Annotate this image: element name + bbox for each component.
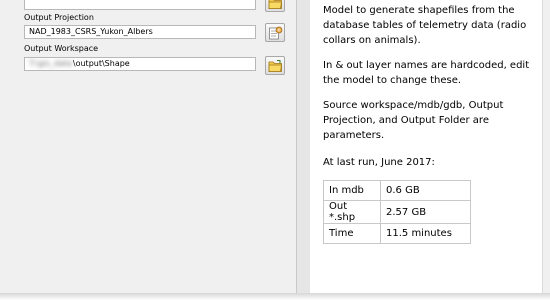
output-workspace-blurred-prefix: T:\gis_data bbox=[29, 59, 72, 68]
stat-value: 2.57 GB bbox=[380, 200, 471, 224]
projection-button[interactable] bbox=[265, 23, 285, 42]
run-stats-table: In mdb 0.6 GB Out *.shp 2.57 GB Time 11.… bbox=[323, 180, 471, 244]
help-paragraph-3: Source workspace/mdb/gdb, Output Project… bbox=[323, 100, 504, 141]
browse-button-top[interactable] bbox=[265, 0, 285, 12]
output-projection-label: Output Projection bbox=[24, 13, 94, 22]
help-paragraph-4: At last run, June 2017: bbox=[323, 157, 435, 168]
stat-label: Time bbox=[323, 223, 381, 244]
output-projection-field[interactable]: NAD_1983_CSRS_Yukon_Albers bbox=[24, 25, 256, 39]
stat-label: Out *.shp bbox=[323, 200, 381, 224]
folder-icon bbox=[268, 60, 282, 72]
window-bottom-edge bbox=[0, 293, 550, 300]
help-paragraph-1: Model to generate shapefiles from the da… bbox=[323, 5, 527, 46]
pane-splitter[interactable] bbox=[296, 0, 310, 293]
table-row: In mdb 0.6 GB bbox=[323, 180, 471, 201]
output-workspace-value: \output\Shape bbox=[72, 59, 130, 68]
parameters-pane: Output Projection NAD_1983_CSRS_Yukon_Al… bbox=[0, 0, 296, 293]
help-pane: Model to generate shapefiles from the da… bbox=[310, 0, 542, 293]
output-projection-value: NAD_1983_CSRS_Yukon_Albers bbox=[29, 27, 153, 36]
stat-value: 11.5 minutes bbox=[380, 223, 471, 244]
stat-value: 0.6 GB bbox=[380, 180, 471, 201]
help-paragraph-2: In & out layer names are hardcoded, edit… bbox=[323, 60, 530, 86]
folder-icon bbox=[268, 0, 282, 9]
stat-label: In mdb bbox=[323, 180, 381, 201]
coordinate-system-icon bbox=[269, 26, 283, 40]
output-workspace-label: Output Workspace bbox=[24, 44, 99, 53]
table-row: Out *.shp 2.57 GB bbox=[323, 200, 471, 224]
help-scrollbar[interactable] bbox=[542, 0, 550, 293]
input-field-top[interactable] bbox=[24, 0, 256, 10]
table-row: Time 11.5 minutes bbox=[323, 223, 471, 244]
browse-workspace-button[interactable] bbox=[265, 56, 285, 75]
output-workspace-field[interactable]: T:\gis_data\output\Shape bbox=[24, 57, 256, 71]
